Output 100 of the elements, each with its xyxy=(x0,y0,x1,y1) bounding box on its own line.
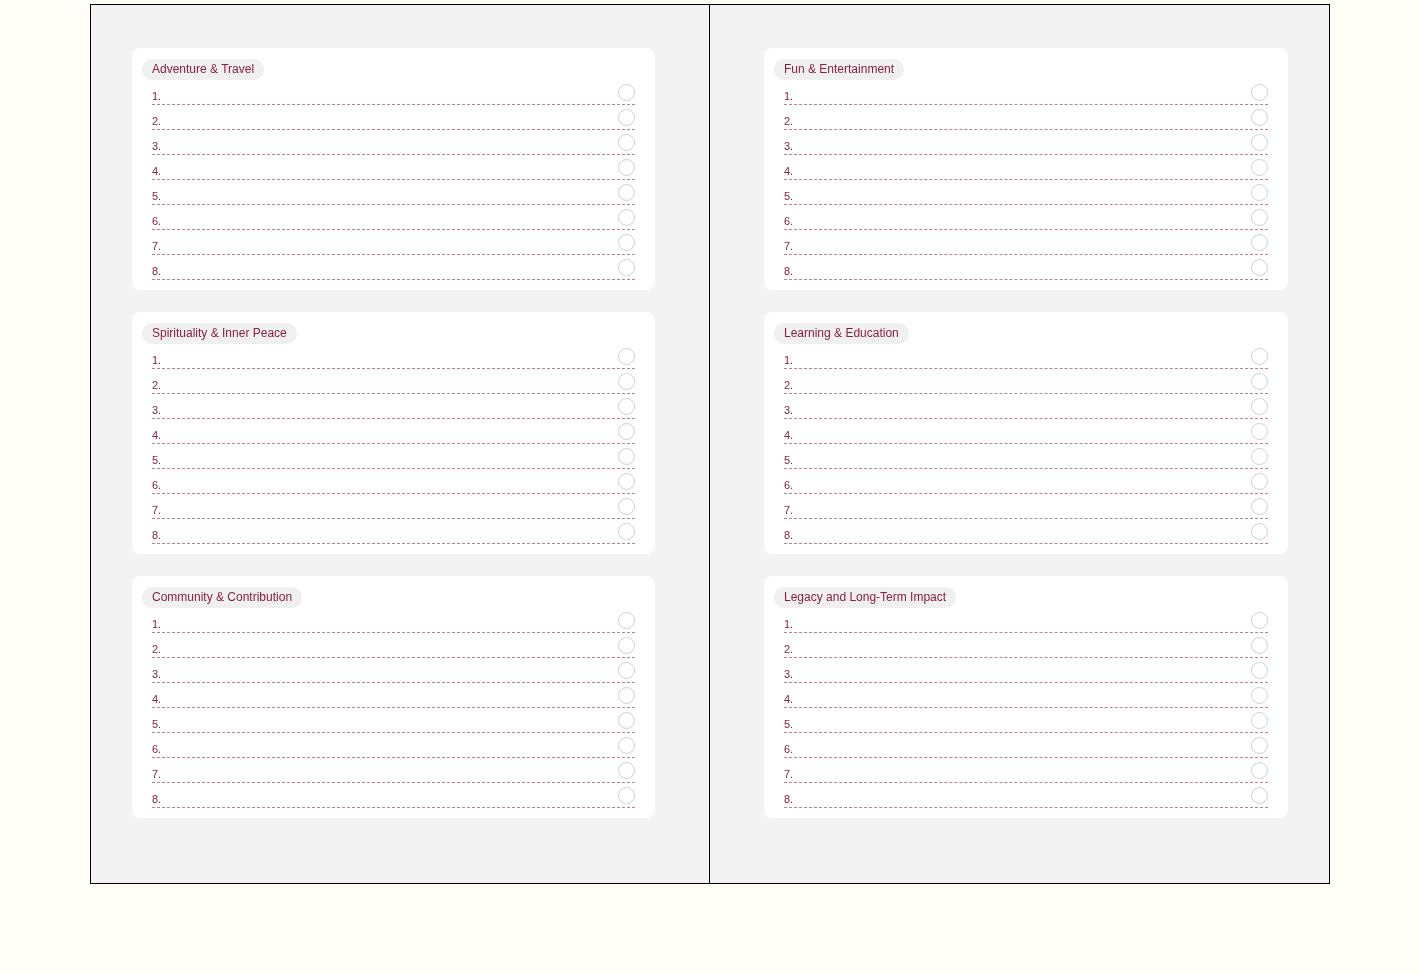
fill-in-line[interactable]: 8. xyxy=(152,783,635,808)
fill-in-line[interactable]: 6. xyxy=(152,469,635,494)
item-number: 4. xyxy=(152,692,162,706)
fill-in-line[interactable]: 6. xyxy=(784,205,1268,230)
fill-in-line[interactable]: 7. xyxy=(152,230,635,255)
fill-in-line[interactable]: 6. xyxy=(152,733,635,758)
fill-in-line[interactable]: 1. xyxy=(152,344,635,369)
fill-in-line[interactable]: 3. xyxy=(152,658,635,683)
item-number: 2. xyxy=(784,114,794,128)
fill-in-line[interactable]: 7. xyxy=(152,494,635,519)
item-number: 6. xyxy=(784,214,794,228)
fill-in-line[interactable]: 4. xyxy=(784,683,1268,708)
item-number: 3. xyxy=(152,139,162,153)
fill-in-line[interactable]: 1. xyxy=(784,80,1268,105)
fill-in-line[interactable]: 2. xyxy=(152,369,635,394)
item-number: 4. xyxy=(152,428,162,442)
item-number: 5. xyxy=(152,453,162,467)
item-number: 5. xyxy=(152,717,162,731)
section-title: Spirituality & Inner Peace xyxy=(142,323,297,344)
item-number: 7. xyxy=(152,767,162,781)
fill-in-line[interactable]: 3. xyxy=(784,658,1268,683)
item-number: 2. xyxy=(152,378,162,392)
fill-in-line[interactable]: 4. xyxy=(784,155,1268,180)
fill-in-line[interactable]: 5. xyxy=(784,180,1268,205)
item-number: 5. xyxy=(784,717,794,731)
item-number: 1. xyxy=(152,617,162,631)
item-number: 2. xyxy=(784,642,794,656)
fill-in-line[interactable]: 4. xyxy=(152,155,635,180)
fill-in-line[interactable]: 1. xyxy=(784,344,1268,369)
item-number: 7. xyxy=(784,239,794,253)
item-number: 5. xyxy=(784,453,794,467)
item-number: 7. xyxy=(784,767,794,781)
section-title: Fun & Entertainment xyxy=(774,59,905,80)
fill-in-line[interactable]: 6. xyxy=(784,469,1268,494)
fill-in-line[interactable]: 3. xyxy=(152,394,635,419)
item-number: 4. xyxy=(784,164,794,178)
item-number: 8. xyxy=(152,792,162,806)
item-number: 2. xyxy=(152,642,162,656)
fill-in-line[interactable]: 3. xyxy=(784,130,1268,155)
item-number: 8. xyxy=(784,528,794,542)
fill-in-line[interactable]: 1. xyxy=(152,80,635,105)
item-number: 1. xyxy=(784,617,794,631)
item-number: 7. xyxy=(152,239,162,253)
item-number: 6. xyxy=(152,214,162,228)
fill-in-line[interactable]: 2. xyxy=(152,105,635,130)
fill-in-line[interactable]: 8. xyxy=(152,255,635,280)
section-title: Community & Contribution xyxy=(142,587,303,608)
section-title: Legacy and Long-Term Impact xyxy=(774,587,957,608)
fill-in-line[interactable]: 8. xyxy=(784,519,1268,544)
item-number: 8. xyxy=(784,264,794,278)
item-number: 1. xyxy=(152,353,162,367)
item-number: 3. xyxy=(152,667,162,681)
fill-in-line[interactable]: 2. xyxy=(152,633,635,658)
item-number: 4. xyxy=(784,428,794,442)
fill-in-line[interactable]: 5. xyxy=(152,180,635,205)
item-number: 1. xyxy=(784,353,794,367)
item-number: 5. xyxy=(152,189,162,203)
fill-in-line[interactable]: 2. xyxy=(784,633,1268,658)
fill-in-line[interactable]: 7. xyxy=(784,230,1268,255)
fill-in-line[interactable]: 7. xyxy=(784,758,1268,783)
item-number: 3. xyxy=(784,667,794,681)
item-number: 6. xyxy=(152,742,162,756)
fill-in-line[interactable]: 6. xyxy=(784,733,1268,758)
section-title: Learning & Education xyxy=(774,323,909,344)
item-number: 6. xyxy=(784,742,794,756)
item-number: 3. xyxy=(784,403,794,417)
item-number: 1. xyxy=(152,89,162,103)
section-title: Adventure & Travel xyxy=(142,59,265,80)
fill-in-line[interactable]: 2. xyxy=(784,369,1268,394)
fill-in-line[interactable]: 8. xyxy=(784,783,1268,808)
fill-in-line[interactable]: 4. xyxy=(784,419,1268,444)
fill-in-line[interactable]: 5. xyxy=(152,444,635,469)
item-number: 7. xyxy=(152,503,162,517)
fill-in-line[interactable]: 7. xyxy=(784,494,1268,519)
item-number: 1. xyxy=(784,89,794,103)
fill-in-line[interactable]: 8. xyxy=(152,519,635,544)
fill-in-line[interactable]: 6. xyxy=(152,205,635,230)
fill-in-line[interactable]: 3. xyxy=(152,130,635,155)
fill-in-line[interactable]: 4. xyxy=(152,419,635,444)
fill-in-line[interactable]: 1. xyxy=(784,608,1268,633)
item-number: 3. xyxy=(152,403,162,417)
item-number: 6. xyxy=(152,478,162,492)
item-number: 5. xyxy=(784,189,794,203)
item-number: 2. xyxy=(152,114,162,128)
fill-in-line[interactable]: 3. xyxy=(784,394,1268,419)
fill-in-line[interactable]: 8. xyxy=(784,255,1268,280)
fill-in-line[interactable]: 2. xyxy=(784,105,1268,130)
item-number: 3. xyxy=(784,139,794,153)
fill-in-line[interactable]: 5. xyxy=(152,708,635,733)
fill-in-line[interactable]: 1. xyxy=(152,608,635,633)
fill-in-line[interactable]: 5. xyxy=(784,444,1268,469)
fill-in-line[interactable]: 5. xyxy=(784,708,1268,733)
item-number: 4. xyxy=(152,164,162,178)
item-number: 4. xyxy=(784,692,794,706)
fill-in-line[interactable]: 7. xyxy=(152,758,635,783)
item-number: 7. xyxy=(784,503,794,517)
item-number: 2. xyxy=(784,378,794,392)
item-number: 8. xyxy=(784,792,794,806)
item-number: 8. xyxy=(152,528,162,542)
fill-in-line[interactable]: 4. xyxy=(152,683,635,708)
